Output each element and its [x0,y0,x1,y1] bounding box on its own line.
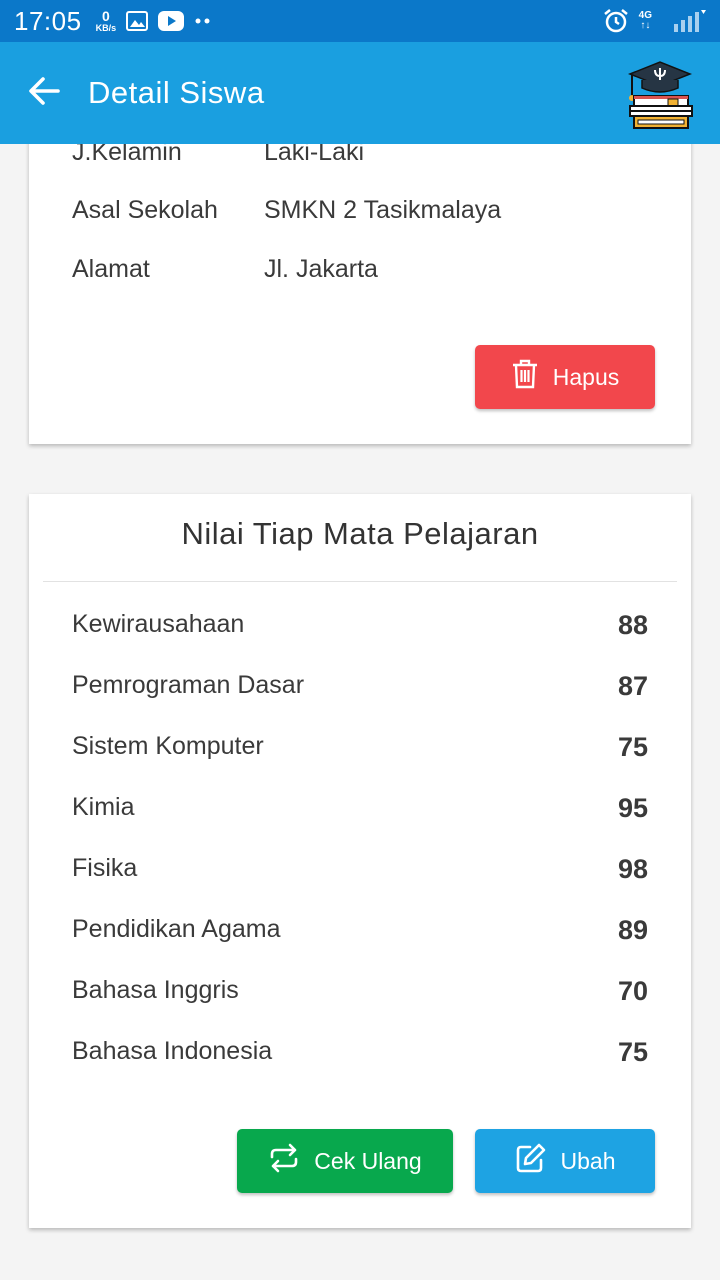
grade-score: 89 [617,915,648,945]
grade-subject: Bahasa Inggris [72,976,239,1004]
trash-icon [511,359,539,395]
grade-subject: Kewirausahaan [72,610,245,638]
back-button[interactable] [0,42,88,144]
dots-icon [194,18,212,24]
grade-row: Bahasa Indonesia 75 [72,1037,648,1077]
grade-row: Bahasa Inggris 70 [72,976,648,1016]
grade-row: Pemrograman Dasar 87 [72,671,648,711]
address-value: Jl. Jakarta [264,255,378,283]
grade-row: Pendidikan Agama 89 [72,915,648,955]
school-label: Asal Sekolah [72,196,218,224]
grades-title: Nilai Tiap Mata Pelajaran [181,516,539,551]
page-title: Detail Siswa [88,75,265,110]
repeat-icon [268,1143,300,1179]
grade-score: 88 [617,610,648,640]
signal-icon [672,10,706,32]
address-label: Alamat [72,255,150,283]
grade-score: 98 [617,854,648,884]
student-info-card: J.Kelamin Laki-Laki Asal Sekolah SMKN 2 … [29,100,691,444]
arrow-left-icon [28,76,60,110]
grade-subject: Sistem Komputer [72,732,264,760]
network-speed-unit: KB/s [95,23,117,33]
grade-score: 75 [617,732,648,762]
edit-button-label: Ubah [560,1147,616,1174]
grade-score: 70 [617,976,648,1006]
status-time: 17:05 [14,5,82,36]
grade-subject: Pendidikan Agama [72,915,281,943]
grade-row: Kewirausahaan 88 [72,610,648,650]
status-bar: 17:05 0 KB/s 4G ↑↓ [0,0,720,42]
grades-card: Nilai Tiap Mata Pelajaran Kewirausahaan … [29,494,691,1228]
edit-button[interactable]: Ubah [475,1129,655,1193]
graduation-cap-books-icon [622,54,700,132]
delete-button-label: Hapus [552,363,620,390]
grade-score: 87 [617,671,648,701]
grade-subject: Pemrograman Dasar [72,671,305,699]
grade-subject: Fisika [72,854,138,882]
grade-row: Sistem Komputer 75 [72,732,648,772]
grade-score: 75 [617,1037,648,1067]
grade-subject: Kimia [72,793,135,821]
youtube-icon [158,11,185,31]
network-type-label: 4G [638,10,652,21]
app-bar: Detail Siswa [0,42,720,144]
recheck-button-label: Cek Ulang [314,1147,422,1174]
grades-divider [43,581,677,582]
delete-button[interactable]: Hapus [475,345,655,409]
network-speed: 0 KB/s [96,9,117,33]
grade-row: Kimia 95 [72,793,648,833]
alarm-icon [603,8,629,34]
network-type: 4G ↑↓ [638,10,652,31]
image-icon [126,11,149,31]
network-speed-value: 0 [101,8,110,24]
edit-icon [515,1143,547,1179]
grade-subject: Bahasa Indonesia [72,1037,273,1065]
grade-score: 95 [617,793,648,823]
recheck-button[interactable]: Cek Ulang [237,1129,453,1193]
grade-row: Fisika 98 [72,854,648,894]
school-value: SMKN 2 Tasikmalaya [264,196,502,224]
